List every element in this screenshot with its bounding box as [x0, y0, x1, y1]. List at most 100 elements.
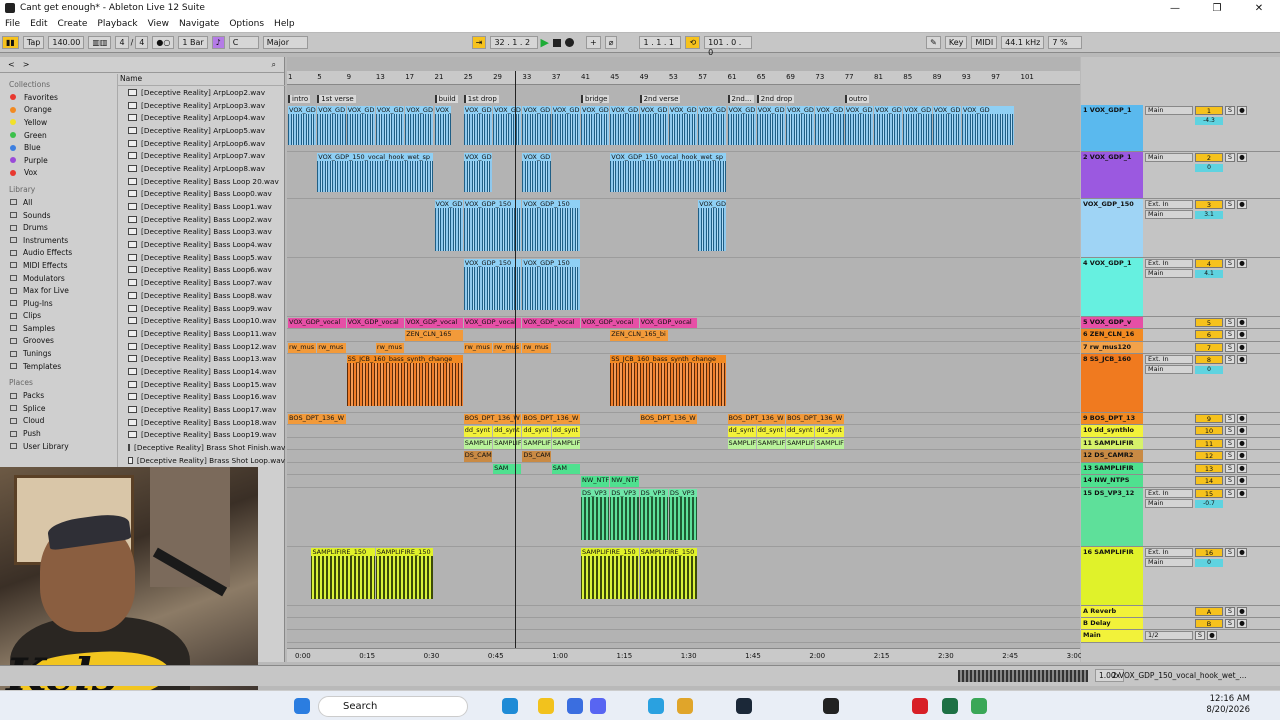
track-activator[interactable]: 2 — [1195, 153, 1223, 162]
solo-button[interactable]: S — [1225, 355, 1235, 364]
audio-clip[interactable]: VOX_GDP_vocal — [405, 318, 463, 328]
track-activator[interactable]: 7 — [1195, 343, 1223, 352]
locator-2ndverse[interactable]: 2nd verse — [639, 95, 681, 103]
file-item[interactable]: [Deceptive Reality] Bass Loop8.wav — [118, 289, 285, 302]
track-lane[interactable] — [287, 258, 1080, 317]
library-instruments[interactable]: Instruments — [0, 234, 115, 247]
audio-clip[interactable]: dd_synt — [463, 426, 493, 437]
audio-clip[interactable]: VOX_GD — [463, 106, 493, 145]
solo-button[interactable]: S — [1225, 414, 1235, 423]
input-type-select[interactable]: Ext. In — [1145, 200, 1193, 209]
audio-clip[interactable]: DS_VP3 — [581, 489, 610, 540]
track-activator[interactable]: 4 — [1195, 259, 1223, 268]
loop-switch-icon[interactable]: ⟲ — [685, 36, 701, 49]
arm-button[interactable]: ● — [1237, 153, 1247, 162]
audio-clip[interactable]: VOX_GD — [727, 106, 756, 145]
solo-button[interactable]: S — [1225, 330, 1235, 339]
solo-button[interactable]: S — [1225, 153, 1235, 162]
audio-clip[interactable]: VOX_G — [434, 106, 452, 145]
track-header[interactable]: 5 VOX_GDP_v 5 S ● — [1081, 317, 1280, 329]
track-name[interactable]: 13 SAMPLIFIR — [1081, 463, 1143, 474]
place-cloud[interactable]: Cloud — [0, 415, 115, 428]
file-item[interactable]: [Deceptive Reality] Bass Loop13.wav — [118, 352, 285, 365]
edge-icon[interactable] — [502, 698, 518, 714]
ableton-taskbar-icon[interactable] — [823, 698, 839, 714]
track-name[interactable]: VOX_GDP_150 — [1081, 199, 1143, 257]
solo-button[interactable]: S — [1225, 106, 1235, 115]
output-select[interactable]: Main — [1145, 365, 1193, 374]
audio-clip[interactable]: VOX_GDP_150_vocal_hook_wet_sp — [317, 153, 434, 192]
track-header[interactable]: VOX_GDP_150 Ext. In Main 3 S ● 3.1 — [1081, 199, 1280, 258]
track-name[interactable]: 12 DS_CAMR2 — [1081, 450, 1143, 462]
file-item[interactable]: [Deceptive Reality] Bass Loop10.wav — [118, 314, 285, 327]
track-lane[interactable] — [287, 606, 1080, 618]
arm-button[interactable]: ● — [1237, 318, 1247, 327]
audio-clip[interactable]: SAMPLIF — [727, 439, 756, 449]
solo-button[interactable]: S — [1225, 489, 1235, 498]
audio-clip[interactable]: dd_synt — [815, 426, 844, 437]
library-max-for-live[interactable]: Max for Live — [0, 284, 115, 297]
file-item[interactable]: [Deceptive Reality] ArpLoop6.wav — [118, 137, 285, 150]
file-item[interactable]: [Deceptive Reality] ArpLoop4.wav — [118, 111, 285, 124]
audio-clip[interactable]: VOX_GDP_150 — [463, 259, 522, 310]
file-item[interactable]: [Deceptive Reality] Bass Loop14.wav — [118, 365, 285, 378]
collection-favorites[interactable]: Favorites — [0, 91, 115, 104]
key-select[interactable]: C — [228, 36, 259, 49]
record-icon[interactable] — [564, 38, 574, 47]
metronome-icon[interactable]: ▥▥ — [88, 36, 112, 49]
store-icon[interactable] — [567, 698, 583, 714]
file-item[interactable]: [Deceptive Reality] Bass Loop3.wav — [118, 226, 285, 239]
close-icon[interactable]: ✕ — [1238, 3, 1280, 14]
track-name[interactable]: B Delay — [1081, 618, 1143, 629]
file-item[interactable]: [Deceptive Reality] Bass Loop12.wav — [118, 340, 285, 353]
audio-clip[interactable]: NW_NTF — [610, 476, 639, 487]
audio-clip[interactable]: VOX_GD — [668, 106, 698, 145]
audio-clip[interactable]: VOX_GDP_150_vocal_hook_wet_sp — [610, 153, 727, 192]
library-samples[interactable]: Samples — [0, 322, 115, 335]
track-activator[interactable]: 5 — [1195, 318, 1223, 327]
audio-clip[interactable]: VOX_GD — [815, 106, 844, 145]
library-grooves[interactable]: Grooves — [0, 335, 115, 348]
collection-blue[interactable]: Blue — [0, 141, 115, 154]
volume-field[interactable]: 4.1 — [1195, 270, 1223, 278]
track-name[interactable]: 2 VOX_GDP_1 — [1081, 152, 1143, 198]
audio-clip[interactable]: VOX_GD — [522, 106, 551, 145]
solo-button[interactable]: S — [1225, 259, 1235, 268]
quantize-select[interactable]: 1 Bar — [178, 36, 208, 49]
position-field[interactable]: 32 . 1 . 2 — [490, 36, 539, 49]
audio-clip[interactable]: VOX_GD — [786, 106, 815, 145]
file-item[interactable]: [Deceptive Reality] ArpLoop3.wav — [118, 99, 285, 112]
track-activator[interactable]: A — [1195, 607, 1223, 616]
track-name[interactable]: 5 VOX_GDP_v — [1081, 317, 1143, 328]
file-item[interactable]: [Deceptive Reality] Bass Loop11.wav — [118, 327, 285, 340]
audio-clip[interactable]: DS_VP3 — [610, 489, 639, 540]
arm-button[interactable]: ● — [1237, 106, 1247, 115]
audio-clip[interactable]: VOX_GD — [405, 106, 434, 145]
audio-clip[interactable]: VOX_GDP_150 — [522, 259, 580, 310]
follow-icon[interactable]: ●○ — [152, 36, 175, 49]
track-lane[interactable] — [287, 463, 1080, 475]
time-sig-den[interactable]: 4 — [135, 36, 149, 49]
scale-mode-icon[interactable]: ♪ — [211, 36, 225, 49]
place-splice[interactable]: Splice — [0, 402, 115, 415]
track-activator[interactable]: 1 — [1195, 106, 1223, 115]
arm-button[interactable]: ● — [1237, 619, 1247, 628]
audio-clip[interactable]: VOX_GD — [961, 106, 1014, 145]
track-activator[interactable]: 11 — [1195, 439, 1223, 448]
track-lane[interactable] — [287, 450, 1080, 463]
audio-clip[interactable]: DS_CAM — [522, 451, 551, 462]
locator-outro[interactable]: outro — [844, 95, 870, 103]
solo-button[interactable]: S — [1225, 426, 1235, 435]
menu-file[interactable]: File — [0, 19, 25, 29]
arm-button[interactable]: ● — [1237, 355, 1247, 364]
audio-clip[interactable]: VOX_GD — [932, 106, 961, 145]
track-activator[interactable]: 15 — [1195, 489, 1223, 498]
track-name[interactable]: 1 VOX_GDP_1 — [1081, 105, 1143, 151]
audio-clip[interactable]: SAMPLIFIRE_150 — [375, 548, 434, 599]
library-midi-effects[interactable]: MIDI Effects — [0, 259, 115, 272]
arm-button[interactable]: ● — [1207, 631, 1217, 640]
start-icon[interactable] — [294, 698, 310, 714]
audio-clip[interactable]: VOX_GD — [551, 106, 580, 145]
audio-clip[interactable]: SAMPLIF — [815, 439, 844, 449]
output-select[interactable]: Main — [1145, 153, 1193, 162]
